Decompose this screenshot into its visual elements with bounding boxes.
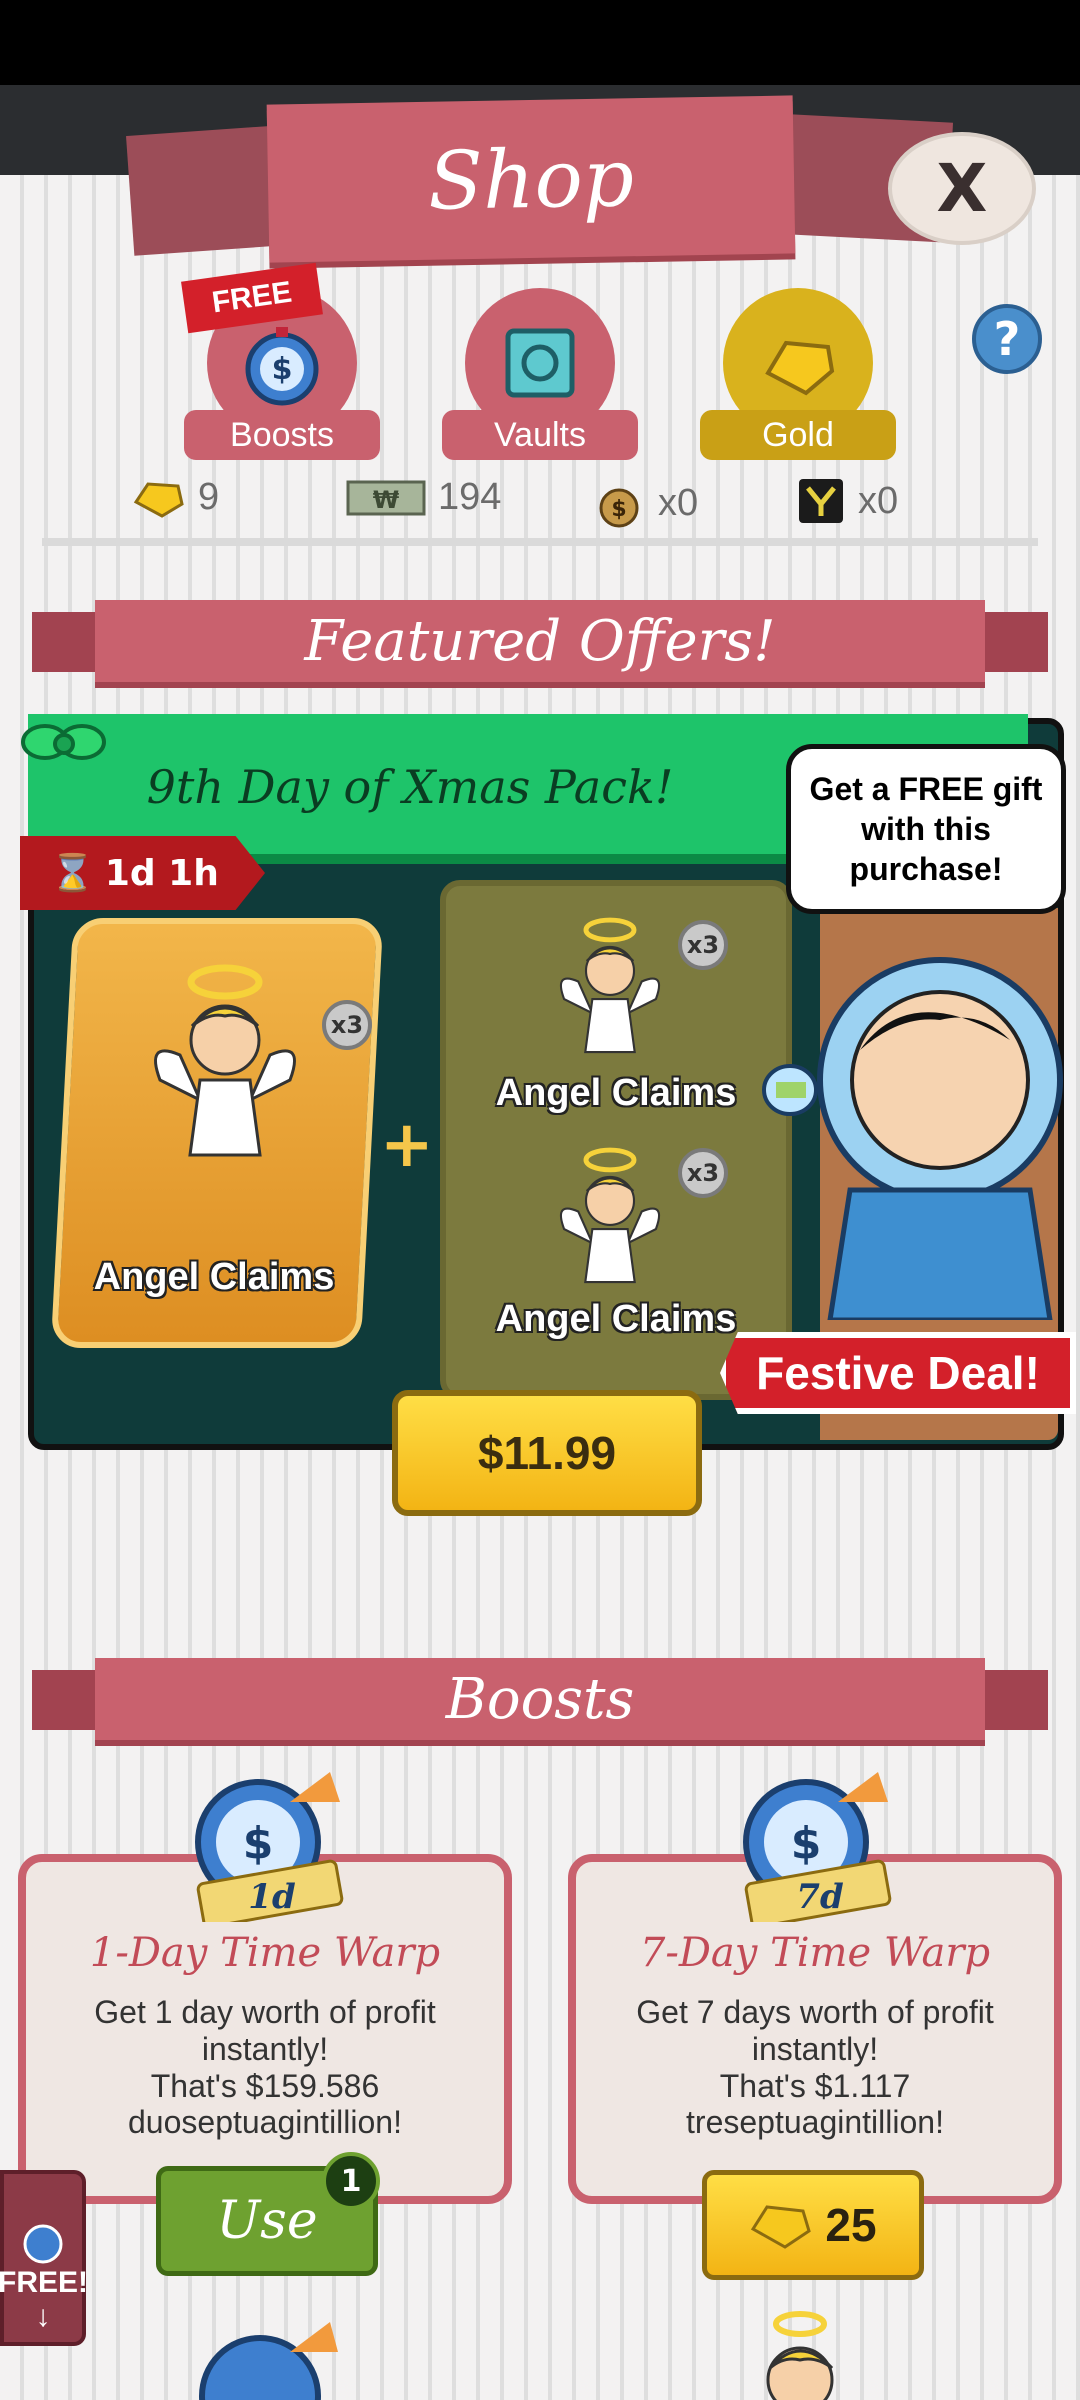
close-icon: X: [936, 150, 988, 227]
vault-icon: [505, 328, 575, 398]
cash-bags-counter: $ x0: [592, 476, 698, 530]
boost-1day-desc-line: instantly!: [201, 2030, 329, 2067]
free-side-label: FREE!: [0, 2266, 88, 2299]
money-bag-icon: $: [599, 488, 639, 528]
main-qty-badge: x3: [322, 1000, 372, 1050]
stopwatch-icon: $: [245, 327, 319, 406]
hourglass-icon: ⌛: [50, 853, 95, 894]
stopwatch-7d-icon: $ 7d: [743, 1772, 892, 1922]
main-item-label: Angel Claims: [93, 1256, 335, 1298]
bonus-qty-badge-2: x3: [678, 1148, 728, 1198]
boosts-banner: Boosts: [95, 1658, 985, 1740]
tab-boosts-label: Boosts: [184, 410, 380, 460]
astronaut-character-icon: [762, 957, 1063, 1320]
svg-text:$: $: [791, 1818, 822, 1869]
svg-text:₩: ₩: [373, 486, 400, 514]
boost-7day-desc-line: Get 7 days worth of profit: [636, 1994, 994, 2030]
help-button[interactable]: ?: [972, 304, 1042, 374]
boost-7day-desc: Get 7 days worth of profit instantly! Th…: [568, 1994, 1062, 2141]
buy-7day-button[interactable]: 25: [702, 2170, 924, 2280]
svg-text:7d: 7d: [796, 1877, 844, 1917]
boost-count-badge: 1: [322, 2152, 380, 2210]
boost-1day-desc-line: That's $159.586: [150, 2067, 380, 2104]
stopwatch-1d-icon: $ 1d: [195, 1772, 344, 1922]
item-icon: [799, 479, 843, 523]
boost-1day-title: 1-Day Time Warp: [89, 1930, 441, 1976]
timer-text: 1d 1h: [104, 852, 219, 894]
boost-1day-desc: Get 1 day worth of profit instantly! Tha…: [18, 1994, 512, 2141]
megabucks-icon: ₩: [346, 480, 426, 515]
svg-text:$: $: [272, 352, 293, 387]
tab-gold[interactable]: Gold: [700, 288, 896, 460]
question-icon: ?: [993, 312, 1021, 366]
gold-icon: [751, 2205, 812, 2249]
featured-title: Featured Offers!: [95, 600, 985, 682]
arrow-down-icon: ↓: [35, 2300, 51, 2333]
boost-1day-desc-line: duoseptuagintillion!: [128, 2104, 402, 2141]
bonus-qty-badge-1: x3: [678, 920, 728, 970]
boost-7day-desc-line: That's $1.117: [719, 2067, 911, 2104]
bonus-item-label-2: Angel Claims: [495, 1298, 737, 1340]
boosts-title: Boosts: [95, 1658, 985, 1740]
boost-1day-desc-line: Get 1 day worth of profit: [94, 1994, 436, 2030]
tab-vaults-label: Vaults: [442, 410, 638, 460]
svg-text:1d: 1d: [248, 1877, 296, 1917]
angel-icon: [766, 2311, 834, 2400]
buy-7day-price: 25: [825, 2199, 877, 2251]
plus-icon: +: [380, 1108, 434, 1182]
buy-pack-button[interactable]: $11.99: [392, 1390, 702, 1516]
boost-7day-desc-line: instantly!: [751, 2030, 879, 2067]
tab-gold-label: Gold: [700, 410, 896, 460]
gift-speech-bubble: Get a FREE gift with this purchase!: [786, 744, 1066, 914]
festive-deal-badge: Festive Deal!: [720, 1332, 1076, 1414]
gold-counter: 9: [132, 476, 219, 519]
stopwatch-icon: [199, 2322, 338, 2400]
header-title-plate: Shop: [266, 95, 796, 263]
angel-icon: [559, 1147, 661, 1284]
svg-text:$: $: [243, 1818, 274, 1869]
free-boost-side-button[interactable]: FREE! ↓: [0, 2170, 88, 2346]
pack-title: 9th Day of Xmas Pack!: [146, 760, 674, 814]
featured-banner: Featured Offers!: [95, 600, 985, 682]
boost-7day-title: 7-Day Time Warp: [639, 1930, 991, 1976]
gold-amount: 9: [198, 476, 220, 518]
svg-text:$: $: [611, 497, 626, 522]
offer-timer: ⌛ 1d 1h: [20, 836, 265, 910]
angel-icon: [154, 964, 296, 1157]
cash-bags-amount: x0: [658, 481, 699, 524]
close-button[interactable]: X: [888, 132, 1036, 245]
gold-icon: [133, 481, 184, 518]
megabucks-amount: 194: [438, 476, 502, 518]
megabucks-counter: ₩ 194: [346, 476, 501, 519]
item-amount: x0: [858, 479, 899, 522]
stopwatch-icon: [23, 2224, 63, 2264]
bonus-item-label-1: Angel Claims: [495, 1072, 737, 1114]
boost-7day-desc-line: treseptuagintillion!: [686, 2104, 944, 2141]
tab-vaults[interactable]: Vaults: [442, 288, 638, 460]
angel-icon: [559, 917, 661, 1054]
page-title: Shop: [427, 130, 635, 228]
gold-bar-icon: [765, 340, 835, 396]
divider: [42, 538, 1038, 546]
item-counter: x0: [796, 476, 898, 526]
